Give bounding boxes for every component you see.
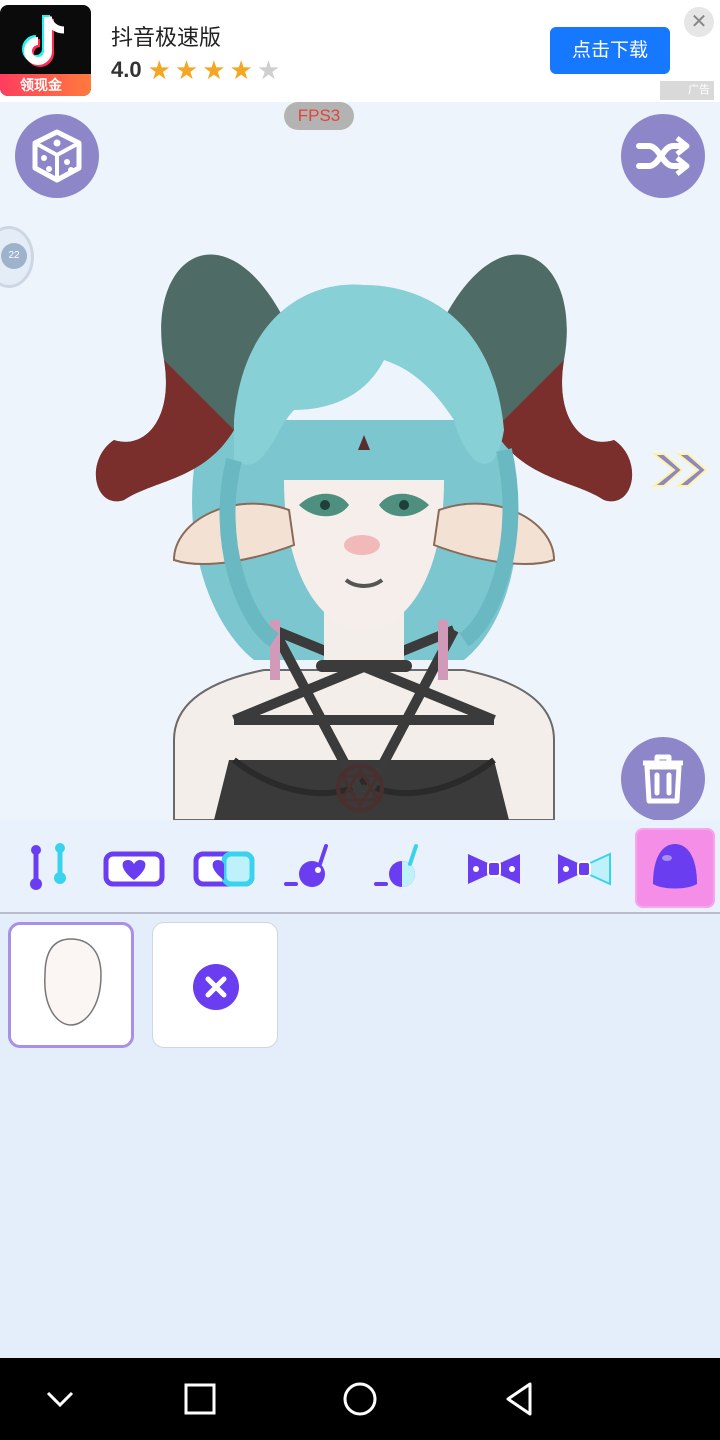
ad-app-name: 抖音极速版 bbox=[111, 25, 222, 50]
tab-accessory-ball[interactable] bbox=[274, 828, 354, 908]
ad-app-icon[interactable]: 领现金 bbox=[0, 5, 91, 96]
character-stage: FPS3 22 bbox=[0, 102, 720, 820]
tab-eyebrow-slider[interactable] bbox=[4, 828, 84, 908]
none-option[interactable] bbox=[152, 922, 278, 1048]
star-icon: ★ bbox=[147, 55, 171, 85]
download-button[interactable]: 点击下载 bbox=[550, 27, 670, 74]
chevron-down-icon[interactable] bbox=[40, 1379, 80, 1419]
delete-button[interactable] bbox=[621, 737, 705, 820]
ad-stars: ★ ★ ★ ★ ★ bbox=[148, 56, 285, 84]
star-empty-icon: ★ bbox=[256, 55, 281, 85]
tab-face-shape[interactable] bbox=[635, 828, 715, 908]
music-note-icon bbox=[22, 15, 65, 67]
bow-icon bbox=[468, 854, 520, 884]
star-icon: ★ bbox=[229, 55, 253, 85]
star-icon: ★ bbox=[202, 55, 226, 85]
next-arrows-icon[interactable] bbox=[650, 450, 712, 490]
home-circle-icon[interactable] bbox=[340, 1379, 380, 1419]
face-shape-option[interactable] bbox=[8, 922, 134, 1048]
eyebrow-slider-icon bbox=[30, 843, 66, 890]
recents-square-icon[interactable] bbox=[180, 1379, 220, 1419]
accessory-ball-alt-icon bbox=[374, 844, 418, 887]
face-shape-icon bbox=[653, 844, 697, 889]
tab-accessory-ball-alt[interactable] bbox=[364, 828, 444, 908]
dice-icon bbox=[32, 129, 82, 183]
side-badge-value: 22 bbox=[1, 243, 27, 269]
trash-icon bbox=[643, 754, 683, 804]
heart-card-alt-icon bbox=[193, 851, 255, 887]
close-ad-icon[interactable]: ✕ bbox=[684, 7, 714, 37]
close-circle-icon bbox=[193, 964, 239, 1010]
tab-bow-alt[interactable] bbox=[544, 828, 624, 908]
tab-bow[interactable] bbox=[454, 828, 534, 908]
ad-icon-badge: 领现金 bbox=[0, 74, 91, 96]
category-toolbar bbox=[0, 820, 720, 914]
tab-heart-card[interactable] bbox=[94, 828, 174, 908]
heart-card-icon bbox=[103, 851, 165, 887]
face-shape-thumbnail-icon bbox=[44, 938, 102, 1026]
accessory-ball-icon bbox=[284, 844, 328, 887]
back-triangle-icon[interactable] bbox=[500, 1379, 540, 1419]
star-icon: ★ bbox=[174, 55, 199, 85]
tab-heart-card-alt[interactable] bbox=[184, 828, 264, 908]
bow-alt-icon bbox=[558, 852, 611, 886]
character-avatar bbox=[95, 254, 633, 820]
side-level-badge[interactable]: 22 bbox=[0, 226, 34, 288]
ad-rating-value: 4.0 bbox=[111, 57, 142, 82]
fps-counter: FPS3 bbox=[284, 102, 354, 130]
ad-rating-row: 4.0 ★ ★ ★ ★ ★ bbox=[111, 55, 284, 85]
system-nav-bar bbox=[0, 1358, 720, 1440]
ad-banner[interactable]: 领现金 抖音极速版 4.0 ★ ★ ★ ★ ★ 点击下载 ✕ 广告 bbox=[0, 0, 720, 102]
ad-tag: 广告 bbox=[660, 81, 714, 100]
options-panel bbox=[0, 914, 720, 1358]
